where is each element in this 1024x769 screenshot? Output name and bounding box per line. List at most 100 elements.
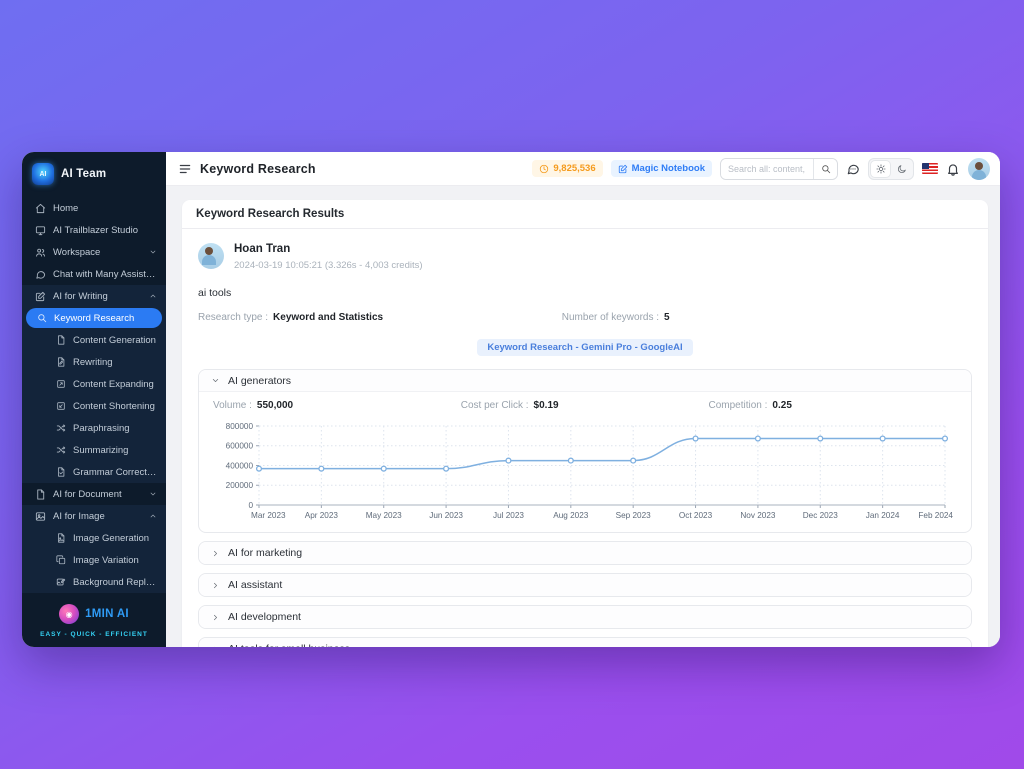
credits-badge[interactable]: 9,825,536 xyxy=(532,160,602,177)
sidebar-item-content-expanding[interactable]: Content Expanding xyxy=(22,373,166,395)
accordion-header[interactable]: AI generators xyxy=(199,370,971,392)
sidebar-item-trailblazer-studio[interactable]: AI Trailblazer Studio xyxy=(22,219,166,241)
search-input[interactable] xyxy=(721,159,813,179)
sidebar-item-label: AI for Writing xyxy=(53,291,142,302)
menu-icon[interactable] xyxy=(178,162,192,176)
sidebar-item-workspace[interactable]: Workspace xyxy=(22,241,166,263)
document-icon xyxy=(56,335,66,345)
sidebar-item-paraphrasing[interactable]: Paraphrasing xyxy=(22,417,166,439)
svg-text:Jan 2024: Jan 2024 xyxy=(866,511,900,520)
svg-text:Sep 2023: Sep 2023 xyxy=(616,511,652,520)
sidebar-item-image-variation[interactable]: Image Variation xyxy=(22,549,166,571)
sidebar-item-label: Content Generation xyxy=(73,335,157,346)
chevron-down-icon xyxy=(211,376,220,385)
sidebar-item-summarizing[interactable]: Summarizing xyxy=(22,439,166,461)
app-window: AI AI Team Home AI Trailblazer Studio Wo… xyxy=(22,152,1000,647)
theme-dark-button[interactable] xyxy=(891,160,912,178)
accordion-ai-tools-small-business: AI tools for small business xyxy=(198,637,972,647)
accordion-header[interactable]: AI development xyxy=(199,606,971,628)
shuffle-icon xyxy=(56,445,66,455)
image-edit-icon xyxy=(56,577,66,587)
sidebar-item-label: Content Shortening xyxy=(73,401,157,412)
competition-label: Competition : xyxy=(709,400,768,411)
page-title: Keyword Research xyxy=(200,162,316,176)
sidebar-item-label: Image Variation xyxy=(73,555,157,566)
expand-icon xyxy=(56,379,66,389)
research-type-label: Research type : xyxy=(198,312,268,323)
sidebar-item-grammar-correction[interactable]: Grammar Correction xyxy=(22,461,166,483)
svg-text:Jun 2023: Jun 2023 xyxy=(429,511,463,520)
svg-text:0: 0 xyxy=(248,501,253,510)
sidebar-item-label: Keyword Research xyxy=(54,313,153,324)
accordion-header[interactable]: AI assistant xyxy=(199,574,971,596)
1min-ai-logo-icon: ◉ xyxy=(59,604,79,624)
document-icon xyxy=(35,489,46,500)
svg-text:600000: 600000 xyxy=(226,442,254,451)
brand[interactable]: AI AI Team xyxy=(22,152,166,197)
pen-square-icon xyxy=(618,164,628,174)
sidebar-item-label: Home xyxy=(53,203,157,214)
competition-value: 0.25 xyxy=(772,400,791,411)
result-author-avatar xyxy=(198,243,224,269)
search-button[interactable] xyxy=(813,159,837,179)
sidebar-item-label: Workspace xyxy=(53,247,142,258)
keywords-count-label: Number of keywords : xyxy=(562,312,659,323)
sidebar-item-chat-assistants[interactable]: Chat with Many Assistants xyxy=(22,263,166,285)
bell-icon[interactable] xyxy=(946,162,960,176)
chevron-right-icon xyxy=(211,645,220,648)
user-name: Hoan Tran xyxy=(234,243,423,255)
sidebar-item-label: Summarizing xyxy=(73,445,157,456)
home-icon xyxy=(35,203,46,214)
magic-notebook-button[interactable]: Magic Notebook xyxy=(611,160,712,177)
chevron-up-icon xyxy=(149,512,157,520)
search-icon xyxy=(821,164,831,174)
svg-text:Oct 2023: Oct 2023 xyxy=(679,511,713,520)
sidebar-item-ai-for-writing[interactable]: AI for Writing xyxy=(22,285,166,307)
sidebar-item-content-shortening[interactable]: Content Shortening xyxy=(22,395,166,417)
copy-icon xyxy=(56,555,66,565)
users-icon xyxy=(35,247,46,258)
model-badge: Keyword Research - Gemini Pro - GoogleAI xyxy=(477,339,692,356)
keyword-accordions: AI generators Volume : 550,000 Cost xyxy=(198,369,972,647)
chevron-right-icon xyxy=(211,581,220,590)
sidebar-item-label: AI for Document xyxy=(53,489,142,500)
sidebar-item-ai-for-image[interactable]: AI for Image xyxy=(22,505,166,527)
brand-name: AI Team xyxy=(61,168,106,180)
sidebar-item-rewriting[interactable]: Rewriting xyxy=(22,351,166,373)
sidebar-item-ai-for-document[interactable]: AI for Document xyxy=(22,483,166,505)
theme-light-button[interactable] xyxy=(870,160,891,178)
accordion-ai-for-marketing: AI for marketing xyxy=(198,541,972,565)
svg-text:May 2023: May 2023 xyxy=(366,511,402,520)
chat-icon xyxy=(35,269,46,280)
language-flag-us[interactable] xyxy=(922,163,938,174)
accordion-header[interactable]: AI tools for small business xyxy=(199,638,971,647)
accordion-header[interactable]: AI for marketing xyxy=(199,542,971,564)
image-icon xyxy=(35,511,46,522)
1min-ai-wordmark: 1MIN AI xyxy=(85,608,129,620)
tagline: EASY - QUICK - EFFICIENT xyxy=(28,631,160,638)
main-area: Keyword Research 9,825,536 Magic Noteboo… xyxy=(166,152,1000,647)
svg-text:Nov 2023: Nov 2023 xyxy=(740,511,775,520)
document-check-icon xyxy=(56,467,66,477)
sidebar-item-keyword-research[interactable]: Keyword Research xyxy=(26,308,162,328)
sidebar-item-label: Grammar Correction xyxy=(73,467,157,478)
svg-text:200000: 200000 xyxy=(226,481,254,490)
sidebar-item-image-generation[interactable]: Image Generation xyxy=(22,527,166,549)
svg-text:Mar 2023: Mar 2023 xyxy=(251,511,286,520)
user-avatar[interactable] xyxy=(968,158,990,180)
sidebar-item-label: Chat with Many Assistants xyxy=(53,269,157,280)
results-card: Keyword Research Results Hoan Tran 2024-… xyxy=(182,200,988,647)
sidebar-group-ai-image: AI for Image Image Generation Image Vari… xyxy=(22,505,166,593)
accordion-ai-development: AI development xyxy=(198,605,972,629)
sidebar: AI AI Team Home AI Trailblazer Studio Wo… xyxy=(22,152,166,647)
volume-trend-chart: 0200000400000600000800000Mar 2023Apr 202… xyxy=(213,419,957,526)
sidebar-item-home[interactable]: Home xyxy=(22,197,166,219)
sidebar-item-background-replacement[interactable]: Background Replacement xyxy=(22,571,166,593)
sidebar-item-content-generation[interactable]: Content Generation xyxy=(22,329,166,351)
chat-bubble-icon[interactable] xyxy=(846,162,860,176)
document-image-icon xyxy=(56,533,66,543)
chevron-right-icon xyxy=(211,549,220,558)
sidebar-footer: ◉ 1MIN AI EASY - QUICK - EFFICIENT xyxy=(22,594,166,647)
svg-text:Apr 2023: Apr 2023 xyxy=(305,511,339,520)
accordion-ai-generators: AI generators Volume : 550,000 Cost xyxy=(198,369,972,533)
